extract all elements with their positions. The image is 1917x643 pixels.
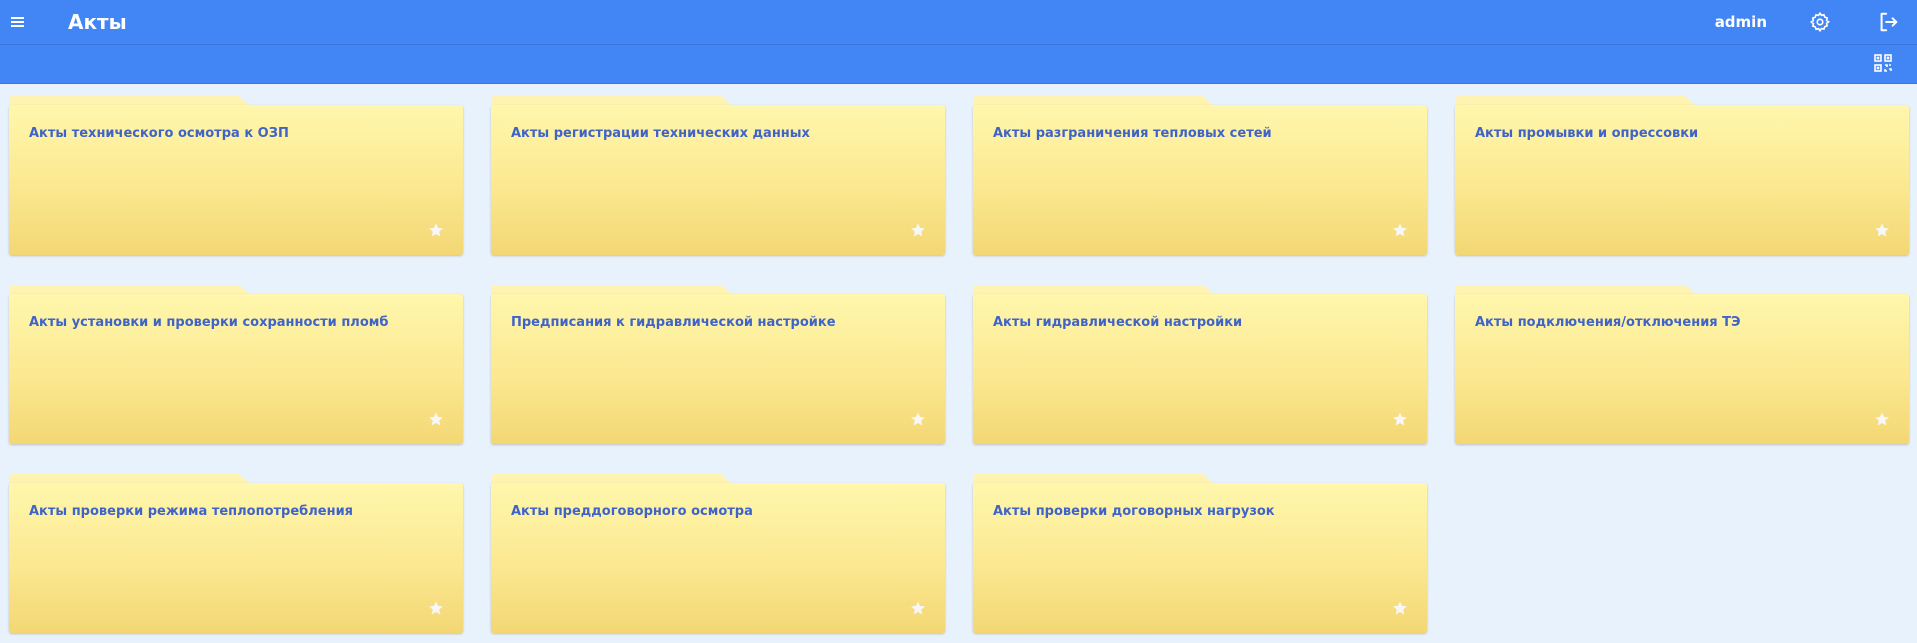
folder-title[interactable]: Акты разграничения тепловых сетей (993, 126, 1407, 141)
folder-card[interactable]: Акты технического осмотра к ОЗП (9, 96, 463, 255)
folder-card[interactable]: Акты преддоговорного осмотра (491, 474, 945, 633)
folder-title[interactable]: Акты промывки и опрессовки (1475, 126, 1889, 141)
folder-card[interactable]: Акты разграничения тепловых сетей (973, 96, 1427, 255)
folder-card[interactable]: Акты гидравлической настройки (973, 285, 1427, 444)
folder-card[interactable]: Акты подключения/отключения ТЭ (1455, 285, 1909, 444)
gear-icon[interactable] (1809, 11, 1831, 33)
folder-title[interactable]: Акты технического осмотра к ОЗП (29, 126, 443, 141)
star-icon[interactable] (1392, 411, 1408, 427)
folder-grid: Акты технического осмотра к ОЗП Акты рег… (9, 96, 1909, 633)
folder-card[interactable]: Акты регистрации технических данных (491, 96, 945, 255)
menu-icon[interactable] (10, 13, 26, 31)
star-icon[interactable] (910, 222, 926, 238)
star-icon[interactable] (428, 600, 444, 616)
star-icon[interactable] (1874, 411, 1890, 427)
toolbar (0, 44, 1917, 84)
folder-card[interactable]: Предписания к гидравлической настройке (491, 285, 945, 444)
folder-title[interactable]: Акты регистрации технических данных (511, 126, 925, 141)
folder-title[interactable]: Акты преддоговорного осмотра (511, 504, 925, 519)
star-icon[interactable] (1392, 600, 1408, 616)
star-icon[interactable] (910, 411, 926, 427)
folder-title[interactable]: Акты подключения/отключения ТЭ (1475, 315, 1889, 330)
top-app-bar: Акты admin (0, 0, 1917, 44)
star-icon[interactable] (1874, 222, 1890, 238)
folder-title[interactable]: Акты проверки режима теплопотребления (29, 504, 443, 519)
folder-title[interactable]: Акты установки и проверки сохранности пл… (29, 315, 443, 330)
qr-code-icon[interactable] (1873, 53, 1893, 73)
logout-icon[interactable] (1877, 11, 1899, 33)
star-icon[interactable] (428, 222, 444, 238)
folder-title[interactable]: Акты проверки договорных нагрузок (993, 504, 1407, 519)
page-title: Акты (68, 10, 127, 34)
folder-card[interactable]: Акты проверки режима теплопотребления (9, 474, 463, 633)
folder-card[interactable]: Акты промывки и опрессовки (1455, 96, 1909, 255)
folder-card[interactable]: Акты установки и проверки сохранности пл… (9, 285, 463, 444)
folder-title[interactable]: Акты гидравлической настройки (993, 315, 1407, 330)
user-name[interactable]: admin (1715, 13, 1767, 31)
folder-title[interactable]: Предписания к гидравлической настройке (511, 315, 925, 330)
star-icon[interactable] (910, 600, 926, 616)
star-icon[interactable] (1392, 222, 1408, 238)
star-icon[interactable] (428, 411, 444, 427)
folder-card[interactable]: Акты проверки договорных нагрузок (973, 474, 1427, 633)
